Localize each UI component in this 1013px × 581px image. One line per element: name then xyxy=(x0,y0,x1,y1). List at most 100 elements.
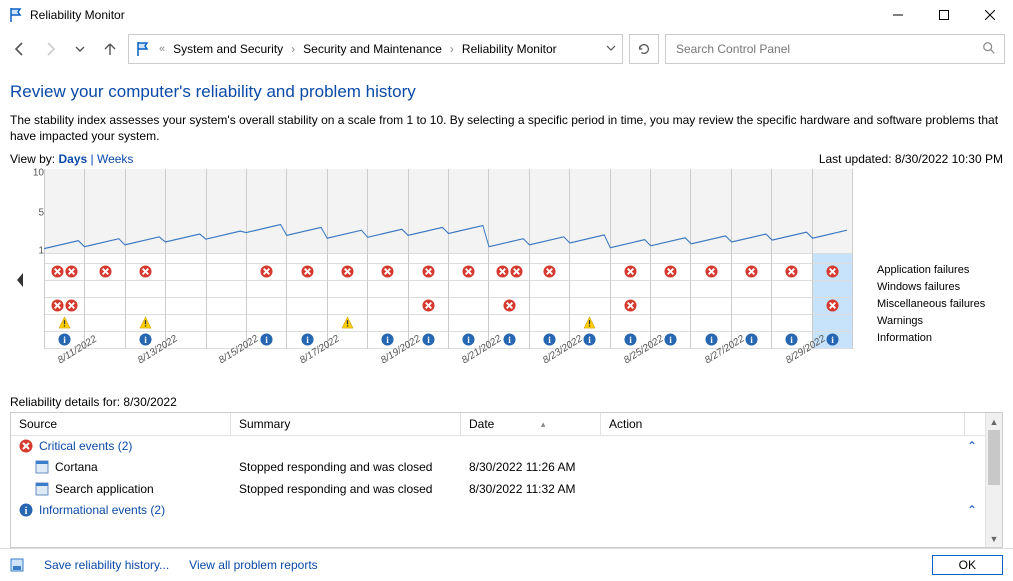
details-scrollbar[interactable]: ▲ ▼ xyxy=(985,413,1002,547)
chart-day-column[interactable]: i xyxy=(772,169,812,349)
back-button[interactable] xyxy=(8,37,32,61)
chart-day-column[interactable]: i xyxy=(732,169,772,349)
svg-text:i: i xyxy=(669,336,672,346)
address-dropdown-icon[interactable] xyxy=(606,42,616,56)
info-icon: i xyxy=(19,503,33,517)
chart-day-column[interactable]: i xyxy=(449,169,489,349)
chart-day-column[interactable]: i xyxy=(813,169,853,349)
search-icon[interactable] xyxy=(982,41,996,58)
warning-icon xyxy=(126,314,165,330)
minimize-button[interactable] xyxy=(875,0,921,30)
app-failure-icon xyxy=(772,263,811,279)
viewby-weeks-link[interactable]: Weeks xyxy=(97,152,133,166)
warning-icon xyxy=(570,314,609,330)
row-action xyxy=(601,458,965,476)
table-row[interactable]: Cortana Stopped responding and was close… xyxy=(11,456,985,478)
chart-day-column[interactable]: i xyxy=(570,169,610,349)
viewby-label: View by: xyxy=(10,152,55,166)
chart-day-column[interactable]: i xyxy=(489,169,529,349)
row-action xyxy=(601,480,965,498)
svg-text:i: i xyxy=(710,336,713,346)
details-header: Source Summary Date▴ Action xyxy=(11,413,985,436)
chart-day-column[interactable] xyxy=(207,169,247,349)
chart-day-column[interactable]: i xyxy=(126,169,166,349)
svg-text:i: i xyxy=(508,336,511,346)
address-bar[interactable]: « System and Security › Security and Mai… xyxy=(128,34,623,64)
svg-text:i: i xyxy=(589,336,592,346)
chevron-right-icon: › xyxy=(291,42,295,56)
chart-day-column[interactable]: i xyxy=(651,169,691,349)
viewby-days-link[interactable]: Days xyxy=(58,152,87,166)
misc-failure-icon xyxy=(45,297,84,313)
chart-day-column[interactable]: i xyxy=(287,169,327,349)
search-box[interactable] xyxy=(665,34,1005,64)
chart-day-column[interactable]: i xyxy=(530,169,570,349)
app-failure-icon xyxy=(611,263,650,279)
error-icon xyxy=(19,439,33,453)
maximize-button[interactable] xyxy=(921,0,967,30)
view-all-reports-link[interactable]: View all problem reports xyxy=(189,558,318,572)
breadcrumb-ellipsis[interactable]: « xyxy=(159,43,165,55)
app-failure-icon xyxy=(328,263,367,279)
svg-text:i: i xyxy=(144,336,147,346)
title-bar: Reliability Monitor xyxy=(0,0,1013,30)
scroll-up-button[interactable]: ▲ xyxy=(986,413,1002,430)
last-updated-value: 8/30/2022 10:30 PM xyxy=(895,152,1003,166)
col-source[interactable]: Source xyxy=(11,413,231,435)
ok-button[interactable]: OK xyxy=(932,555,1003,575)
chart-day-column[interactable]: i xyxy=(247,169,287,349)
col-date[interactable]: Date▴ xyxy=(461,413,601,435)
up-button[interactable] xyxy=(98,37,122,61)
details-box: Source Summary Date▴ Action Critical eve… xyxy=(10,412,1003,548)
chart-day-column[interactable]: i xyxy=(691,169,731,349)
app-failure-icon xyxy=(368,263,407,279)
chevron-right-icon: › xyxy=(450,42,454,56)
breadcrumb-item-2[interactable]: Security and Maintenance xyxy=(303,42,442,56)
save-history-link[interactable]: Save reliability history... xyxy=(44,558,169,572)
app-failure-icon xyxy=(45,263,84,279)
group-informational-events[interactable]: i Informational events (2) ⌃ xyxy=(11,500,985,520)
forward-button[interactable] xyxy=(38,37,62,61)
content-area: Review your computer's reliability and p… xyxy=(0,72,1013,548)
refresh-button[interactable] xyxy=(629,34,659,64)
chart-day-column[interactable] xyxy=(85,169,125,349)
app-failure-icon xyxy=(247,263,286,279)
legend-windows-failures: Windows failures xyxy=(877,281,960,293)
col-summary[interactable]: Summary xyxy=(231,413,461,435)
svg-text:i: i xyxy=(427,336,430,346)
sort-ascending-icon: ▴ xyxy=(541,419,546,430)
scroll-thumb[interactable] xyxy=(988,430,1000,485)
breadcrumb-item-1[interactable]: System and Security xyxy=(173,42,283,56)
chart-day-column[interactable]: i xyxy=(368,169,408,349)
svg-text:i: i xyxy=(63,336,66,346)
search-input[interactable] xyxy=(674,41,982,57)
table-row[interactable]: Search application Stopped responding an… xyxy=(11,478,985,500)
recent-dropdown[interactable] xyxy=(68,37,92,61)
chart-day-column[interactable]: i xyxy=(45,169,85,349)
app-failure-icon xyxy=(287,263,326,279)
y-tick-10: 10 xyxy=(33,168,44,179)
group-critical-events[interactable]: Critical events (2) ⌃ xyxy=(11,436,985,456)
legend-information: Information xyxy=(877,332,932,344)
col-action[interactable]: Action xyxy=(601,413,965,435)
scroll-down-button[interactable]: ▼ xyxy=(986,530,1002,547)
svg-text:i: i xyxy=(265,336,268,346)
breadcrumb-item-3[interactable]: Reliability Monitor xyxy=(462,42,557,56)
footer: Save reliability history... View all pro… xyxy=(0,548,1013,581)
misc-failure-icon xyxy=(489,297,528,313)
chart-day-column[interactable] xyxy=(328,169,368,349)
legend-misc-failures: Miscellaneous failures xyxy=(877,298,985,310)
close-button[interactable] xyxy=(967,0,1013,30)
chart-grid[interactable]: iiiiiiiiiiiiiiii 8/11/20228/13/20228/15/… xyxy=(44,169,853,391)
misc-failure-icon xyxy=(813,297,852,313)
chart-day-column[interactable]: i xyxy=(611,169,651,349)
svg-text:i: i xyxy=(629,336,632,346)
app-icon xyxy=(35,460,49,474)
app-failure-icon xyxy=(126,263,165,279)
chart-day-column[interactable] xyxy=(166,169,206,349)
app-icon xyxy=(35,482,49,496)
details-body: Critical events (2) ⌃ Cortana Stopped re… xyxy=(11,436,985,520)
chart-scroll-left[interactable] xyxy=(10,272,30,288)
app-failure-icon xyxy=(409,263,448,279)
chart-day-column[interactable]: i xyxy=(409,169,449,349)
